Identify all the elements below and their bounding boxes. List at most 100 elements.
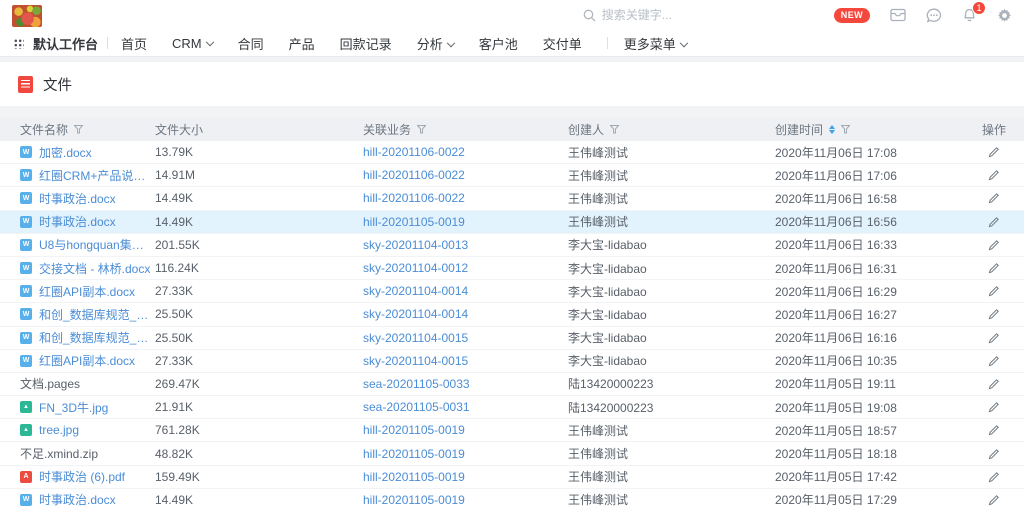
related-business-link[interactable]: sky-20201104-0014	[363, 284, 468, 298]
nav-item-product[interactable]: 产品	[289, 34, 315, 53]
nav-item-delivery-order[interactable]: 交付单	[543, 34, 582, 53]
file-name[interactable]: FN_3D牛.jpg	[39, 399, 108, 416]
related-business-link[interactable]: sky-20201104-0013	[363, 238, 468, 252]
table-row[interactable]: 不足.xmind.zip 48.82K hill-20201105-0019 王…	[0, 442, 1024, 465]
edit-pencil-icon[interactable]	[988, 308, 1000, 320]
nav-item-contract[interactable]: 合同	[238, 34, 264, 53]
related-business-link[interactable]: hill-20201105-0019	[363, 447, 465, 461]
related-business-link[interactable]: sea-20201105-0033	[363, 377, 470, 391]
file-name[interactable]: U8与hongquan集成方案.docx	[39, 236, 155, 253]
edit-pencil-icon[interactable]	[988, 494, 1000, 506]
related-business-link[interactable]: sky-20201104-0014	[363, 307, 468, 321]
edit-pencil-icon[interactable]	[988, 332, 1000, 344]
related-business-link[interactable]: hill-20201105-0019	[363, 470, 465, 484]
related-business-link[interactable]: hill-20201105-0019	[363, 423, 465, 437]
file-name[interactable]: 和创_数据库规范_20171124.doc	[39, 329, 155, 346]
main-navbar: 默认工作台 首页 CRM 合同 产品 回款记录 分析 客户池 交付单 更多菜单	[0, 30, 1024, 57]
inbox-icon[interactable]	[890, 8, 906, 22]
file-type-icon: ▲	[20, 401, 32, 413]
filter-icon[interactable]	[74, 125, 83, 134]
table-row[interactable]: ▲ tree.jpg 761.28K hill-20201105-0019 王伟…	[0, 419, 1024, 442]
table-row[interactable]: W 时事政治.docx 14.49K hill-20201105-0019 王伟…	[0, 211, 1024, 234]
file-name[interactable]: 红圈API副本.docx	[39, 352, 135, 369]
column-header-file-size[interactable]: 文件大小	[155, 121, 203, 138]
table-row[interactable]: 文档.pages 269.47K sea-20201105-0033 陆1342…	[0, 373, 1024, 396]
table-row[interactable]: W 交接文档 - 林桥.docx 116.24K sky-20201104-00…	[0, 257, 1024, 280]
related-business-link[interactable]: hill-20201105-0019	[363, 215, 465, 229]
edit-pencil-icon[interactable]	[988, 401, 1000, 413]
related-business-link[interactable]: hill-20201105-0019	[363, 493, 465, 507]
file-name[interactable]: 时事政治.docx	[39, 213, 116, 230]
nav-item-crm[interactable]: CRM	[172, 36, 213, 51]
file-name[interactable]: 时事政治.docx	[39, 190, 116, 207]
file-name[interactable]: 红圈API副本.docx	[39, 283, 135, 300]
filter-icon[interactable]	[417, 125, 426, 134]
edit-pencil-icon[interactable]	[988, 239, 1000, 251]
search-input[interactable]	[602, 8, 722, 22]
related-business-link[interactable]: sky-20201104-0015	[363, 354, 468, 368]
file-size: 14.49K	[155, 493, 363, 507]
file-name[interactable]: 红圈CRM+产品说明201901_前端...	[39, 167, 155, 184]
column-header-creator[interactable]: 创建人	[568, 121, 604, 138]
nav-item-customer-pool[interactable]: 客户池	[479, 34, 518, 53]
nav-item-label: 分析	[417, 37, 443, 52]
related-business-link[interactable]: sky-20201104-0015	[363, 331, 468, 345]
file-name[interactable]: 时事政治 (6).pdf	[39, 468, 125, 485]
file-type-icon: W	[20, 332, 32, 344]
settings-gear-icon[interactable]	[997, 8, 1012, 23]
column-header-related-business[interactable]: 关联业务	[363, 121, 411, 138]
creator: 李大宝-lidabao	[568, 306, 775, 323]
edit-pencil-icon[interactable]	[988, 285, 1000, 297]
related-business-link[interactable]: sky-20201104-0012	[363, 261, 468, 275]
nav-item-payment-record[interactable]: 回款记录	[340, 34, 392, 53]
workspace-switcher[interactable]: 默认工作台	[33, 34, 98, 53]
related-business-link[interactable]: hill-20201106-0022	[363, 145, 465, 159]
column-header-created-time[interactable]: 创建时间	[775, 121, 823, 138]
table-row[interactable]: W 红圈API副本.docx 27.33K sky-20201104-0014 …	[0, 280, 1024, 303]
edit-pencil-icon[interactable]	[988, 355, 1000, 367]
edit-pencil-icon[interactable]	[988, 262, 1000, 274]
filter-icon[interactable]	[610, 125, 619, 134]
file-name[interactable]: 交接文档 - 林桥.docx	[39, 260, 150, 277]
table-row[interactable]: W 和创_数据库规范_20171124.doc 25.50K sky-20201…	[0, 327, 1024, 350]
related-business-link[interactable]: hill-20201106-0022	[363, 191, 465, 205]
notification-bell-icon[interactable]: 1	[962, 8, 977, 23]
edit-pencil-icon[interactable]	[988, 169, 1000, 181]
table-row[interactable]: ▲ FN_3D牛.jpg 21.91K sea-20201105-0031 陆1…	[0, 396, 1024, 419]
created-time: 2020年11月06日 16:29	[775, 283, 955, 300]
creator: 王伟峰测试	[568, 213, 775, 230]
table-row[interactable]: W U8与hongquan集成方案.docx 201.55K sky-20201…	[0, 234, 1024, 257]
file-name[interactable]: tree.jpg	[39, 423, 79, 437]
app-logo[interactable]	[12, 5, 42, 27]
file-name[interactable]: 加密.docx	[39, 144, 92, 161]
table-row[interactable]: W 红圈CRM+产品说明201901_前端... 14.91M hill-202…	[0, 164, 1024, 187]
chat-icon[interactable]	[926, 8, 942, 23]
table-row[interactable]: W 和创_数据库规范_20171124.doc 25.50K sky-20201…	[0, 303, 1024, 326]
edit-pencil-icon[interactable]	[988, 448, 1000, 460]
file-name[interactable]: 时事政治.docx	[39, 491, 116, 507]
nav-item-home[interactable]: 首页	[121, 34, 147, 53]
nav-more-menu[interactable]: 更多菜单	[624, 34, 687, 53]
table-row[interactable]: W 红圈API副本.docx 27.33K sky-20201104-0015 …	[0, 350, 1024, 373]
global-search[interactable]	[583, 8, 722, 22]
related-business-link[interactable]: hill-20201106-0022	[363, 168, 465, 182]
table-row[interactable]: W 时事政治.docx 14.49K hill-20201105-0019 王伟…	[0, 489, 1024, 507]
edit-pencil-icon[interactable]	[988, 192, 1000, 204]
nav-item-analysis[interactable]: 分析	[417, 34, 454, 53]
edit-pencil-icon[interactable]	[988, 471, 1000, 483]
table-row[interactable]: W 加密.docx 13.79K hill-20201106-0022 王伟峰测…	[0, 141, 1024, 164]
new-badge[interactable]: NEW	[834, 8, 870, 23]
filter-icon[interactable]	[841, 125, 850, 134]
edit-pencil-icon[interactable]	[988, 146, 1000, 158]
edit-pencil-icon[interactable]	[988, 216, 1000, 228]
table-row[interactable]: W 时事政治.docx 14.49K hill-20201106-0022 王伟…	[0, 187, 1024, 210]
file-name[interactable]: 和创_数据库规范_20171124.doc	[39, 306, 155, 323]
sort-icon[interactable]	[829, 125, 835, 134]
edit-pencil-icon[interactable]	[988, 378, 1000, 390]
chevron-down-icon	[205, 37, 213, 45]
table-row[interactable]: A 时事政治 (6).pdf 159.49K hill-20201105-001…	[0, 466, 1024, 489]
app-launcher-icon[interactable]	[13, 38, 24, 49]
edit-pencil-icon[interactable]	[988, 424, 1000, 436]
related-business-link[interactable]: sea-20201105-0031	[363, 400, 470, 414]
column-header-file-name[interactable]: 文件名称	[20, 121, 68, 138]
